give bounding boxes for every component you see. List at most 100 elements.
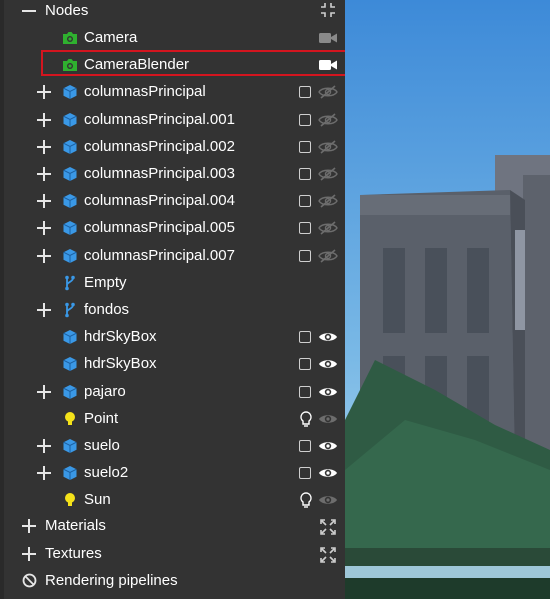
tree-node-row[interactable]: pajaro <box>0 379 345 406</box>
tree-node-label: columnasPrincipal.007 <box>84 246 235 264</box>
cube-icon <box>62 112 78 128</box>
tree-node-row[interactable]: Point <box>0 406 345 433</box>
expand-arrows-icon[interactable] <box>320 519 336 540</box>
cube-icon <box>62 384 78 400</box>
expand-plus-icon[interactable] <box>37 221 51 236</box>
bounding-box-checkbox[interactable] <box>299 331 311 344</box>
bounding-box-checkbox[interactable] <box>299 385 311 398</box>
cube-icon <box>62 329 78 345</box>
tree-node-label: suelo2 <box>84 464 129 482</box>
expand-plus-icon[interactable] <box>22 519 36 533</box>
section-label: Materials <box>45 517 106 534</box>
tree-node-row[interactable]: hdrSkyBox <box>0 351 345 378</box>
bounding-box-checkbox[interactable] <box>299 222 311 235</box>
cube-icon <box>62 248 78 264</box>
selection-highlight <box>41 50 345 76</box>
expand-plus-icon[interactable] <box>37 194 51 209</box>
tree-node-row[interactable]: Empty <box>0 270 345 297</box>
cube-icon <box>62 139 78 155</box>
bounding-box-checkbox[interactable] <box>299 86 311 99</box>
tree-node-row[interactable]: columnasPrincipal.004 <box>0 188 345 215</box>
section-row[interactable]: Materials <box>0 513 345 540</box>
cube-icon <box>62 465 78 481</box>
tree-node-row[interactable]: suelo <box>0 433 345 460</box>
eye-icon[interactable] <box>318 329 338 345</box>
camera-icon <box>62 30 78 46</box>
eye-icon[interactable] <box>318 356 338 372</box>
bounding-box-checkbox[interactable] <box>299 358 311 371</box>
tree-node-row[interactable]: Sun <box>0 487 345 514</box>
render-viewport[interactable] <box>345 0 550 599</box>
ban-icon <box>22 573 38 589</box>
eye-slash-icon[interactable] <box>318 248 338 264</box>
expand-arrows-icon[interactable] <box>320 546 336 568</box>
cube-icon <box>62 84 78 100</box>
tree-node-row[interactable]: suelo2 <box>0 460 345 487</box>
eye-icon[interactable] <box>318 438 338 454</box>
bounding-box-checkbox[interactable] <box>299 168 311 180</box>
section-label: Rendering pipelines <box>45 572 178 589</box>
section-row[interactable]: Textures <box>0 541 345 568</box>
eye-slash-icon[interactable] <box>318 139 338 155</box>
bounding-box-checkbox[interactable] <box>299 140 311 153</box>
tree-node-row[interactable]: columnasPrincipal <box>0 79 345 106</box>
tree-node-label: Point <box>84 409 119 427</box>
bounding-box-checkbox[interactable] <box>299 467 311 480</box>
bounding-box-checkbox[interactable] <box>299 249 311 262</box>
eye-slash-icon[interactable] <box>318 166 338 182</box>
tree-node-label: columnasPrincipal <box>84 83 206 101</box>
tree-node-row[interactable]: columnasPrincipal.002 <box>0 134 345 161</box>
cube-icon <box>62 193 78 209</box>
expand-plus-icon[interactable] <box>37 248 51 263</box>
tree-node-label: columnasPrincipal.005 <box>84 219 235 237</box>
light-toggle-icon[interactable] <box>299 411 313 432</box>
bounding-box-checkbox[interactable] <box>299 113 311 126</box>
expand-plus-icon[interactable] <box>37 439 51 453</box>
light-toggle-icon[interactable] <box>299 492 313 513</box>
tree-node-label: hdrSkyBox <box>84 328 157 346</box>
tree-node-label: Empty <box>84 273 127 291</box>
cube-icon <box>62 220 78 236</box>
expand-plus-icon[interactable] <box>37 303 51 317</box>
camera-recorder-icon[interactable] <box>318 31 338 50</box>
eye-dim-icon[interactable] <box>318 411 338 427</box>
section-row[interactable]: Rendering pipelines <box>0 568 345 595</box>
expand-plus-icon[interactable] <box>37 139 51 154</box>
eye-slash-icon[interactable] <box>318 193 338 209</box>
tree-node-label: fondos <box>84 301 130 318</box>
cube-icon <box>62 166 78 182</box>
tree-node-row[interactable]: fondos <box>0 297 345 324</box>
bounding-box-checkbox[interactable] <box>299 440 311 452</box>
tree-node-label: columnasPrincipal.004 <box>84 192 235 210</box>
tree-node-row[interactable]: columnasPrincipal.003 <box>0 161 345 188</box>
bounding-box-checkbox[interactable] <box>299 195 311 208</box>
expand-plus-icon[interactable] <box>22 546 36 561</box>
tree-node-label: suelo <box>84 437 120 454</box>
scene-explorer-panel: Nodes Camera CameraBlender columnasPrincip… <box>0 0 345 599</box>
eye-slash-icon[interactable] <box>318 112 338 128</box>
branch-icon <box>62 275 78 291</box>
eye-slash-icon[interactable] <box>318 84 338 100</box>
expand-plus-icon[interactable] <box>37 112 51 127</box>
expand-plus-icon[interactable] <box>37 85 51 100</box>
eye-dim-icon[interactable] <box>318 492 338 508</box>
eye-icon[interactable] <box>318 384 338 400</box>
tree-node-label: pajaro <box>84 382 126 400</box>
nodes-header[interactable]: Nodes <box>0 0 345 25</box>
expand-plus-icon[interactable] <box>37 167 51 181</box>
tree-node-row[interactable]: columnasPrincipal.001 <box>0 107 345 134</box>
expand-plus-icon[interactable] <box>37 466 51 481</box>
tree-node-row[interactable]: columnasPrincipal.007 <box>0 243 345 270</box>
tree-node-label: Camera <box>84 29 138 46</box>
tree-node-label: columnasPrincipal.003 <box>84 165 235 182</box>
nodes-header-label: Nodes <box>45 2 89 19</box>
compress-icon[interactable] <box>320 2 336 23</box>
collapse-icon[interactable] <box>22 4 36 18</box>
tree-node-row[interactable]: Camera <box>0 25 345 52</box>
tree-node-row[interactable]: hdrSkyBox <box>0 324 345 351</box>
tree-node-row[interactable]: columnasPrincipal.005 <box>0 215 345 242</box>
eye-slash-icon[interactable] <box>318 220 338 236</box>
expand-plus-icon[interactable] <box>37 384 51 399</box>
tree-node-label: hdrSkyBox <box>84 355 157 373</box>
eye-icon[interactable] <box>318 465 338 481</box>
